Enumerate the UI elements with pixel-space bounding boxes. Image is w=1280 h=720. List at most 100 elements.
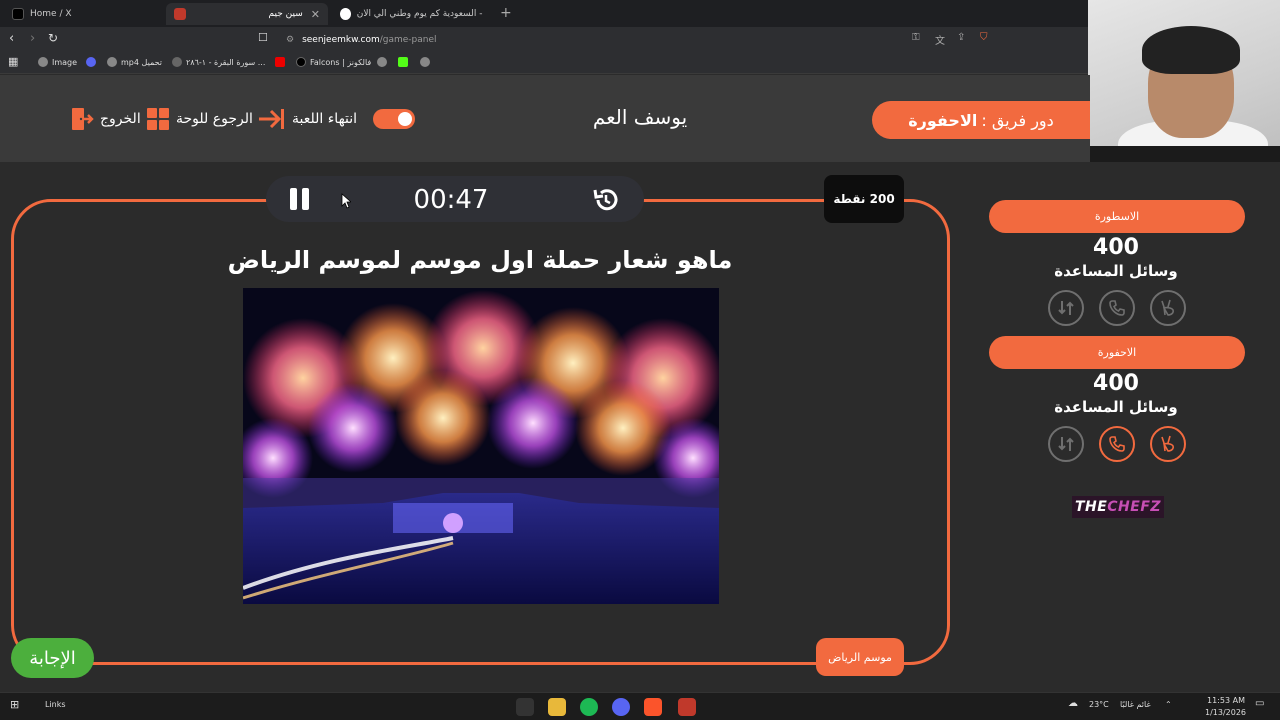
bookmark-globe-2[interactable] [420, 57, 430, 67]
bookmark-kick[interactable] [398, 57, 408, 67]
bookmark-label: Falcons | فالكونز [310, 57, 372, 67]
bookmark-quran[interactable]: سورة البقرة - ١-٢٨٦ ... [172, 57, 265, 67]
address-bar-row: ‹ › ↻ ☐ ⚙ seenjeemkw.com /game-panel ⚿ 文… [0, 27, 1090, 52]
logo-word-main: THE [1074, 499, 1108, 515]
x-icon [296, 57, 306, 67]
bookmark-image[interactable]: Image [38, 57, 77, 67]
forward-icon[interactable]: › [30, 31, 35, 46]
team-aids-label: وسائل المساعدة [1054, 262, 1178, 280]
task-view-icon[interactable] [516, 698, 534, 716]
tab-title: سين جيم [268, 9, 303, 19]
exit-door-icon [72, 108, 94, 130]
turn-prefix: دور فريق : [981, 110, 1054, 130]
team-name-pill: الاحفورة [989, 336, 1245, 369]
the-chefz-logo: THE CHEFZ [1072, 496, 1164, 518]
peace-hand-icon [1161, 299, 1174, 316]
end-game-label: انتهاء اللعبة [292, 111, 358, 127]
password-icon[interactable]: ⚿ [912, 32, 920, 43]
seenjeem-logo-icon [174, 8, 186, 20]
board-grid-icon [147, 108, 169, 130]
history-reset-icon [593, 189, 618, 211]
current-player-name: يوسف العم [592, 105, 688, 129]
bookmark-youtube[interactable] [275, 57, 285, 67]
clock-time[interactable]: 11:53 AM [1207, 696, 1245, 705]
bookmarks-bar: ▦ Image mp4 تحميل سورة البقرة - ١-٢٨٦ ..… [0, 52, 1090, 74]
globe-icon [38, 57, 48, 67]
file-explorer-icon[interactable] [548, 698, 566, 716]
globe-icon [107, 57, 117, 67]
points-badge: 200 نقطة [824, 175, 904, 223]
url-field[interactable]: ⚙ seenjeemkw.com /game-panel [280, 31, 1000, 49]
team-score: 400 [1093, 371, 1139, 396]
new-tab-icon[interactable]: + [500, 5, 512, 21]
settings-toggle[interactable] [373, 109, 415, 129]
close-tab-icon[interactable]: ✕ [311, 8, 320, 21]
browser-tab-bar: Home / X سين جيم ✕ السعودية كم يوم وطني … [0, 0, 1090, 27]
fireworks-image [243, 288, 719, 604]
team-aids-label: وسائل المساعدة [1054, 398, 1178, 416]
site-info-icon[interactable]: ⚙ [286, 35, 294, 45]
kick-icon [398, 57, 408, 67]
reload-icon[interactable]: ↻ [48, 31, 58, 45]
webcam-monitor [1088, 146, 1280, 162]
translate-icon[interactable]: 文 [935, 32, 945, 47]
bookmark-label: سورة البقرة - ١-٢٨٦ ... [186, 57, 266, 67]
show-answer-button[interactable]: الإجابة [11, 638, 94, 678]
webcam-overlay [1088, 0, 1280, 162]
taskbar-search[interactable]: Links [45, 700, 66, 709]
share-icon[interactable]: ⇪ [957, 32, 965, 43]
phone-icon [1109, 436, 1125, 452]
weather-temp[interactable]: 23°C [1089, 700, 1109, 709]
exit-button[interactable]: الخروج [70, 107, 141, 131]
back-to-board-button[interactable]: الرجوع للوحة [146, 107, 253, 131]
clock-date[interactable]: 1/13/2026 [1205, 708, 1246, 717]
team-turn-indicator: دور فريق : الاحفورة [872, 101, 1090, 139]
brave-shield-icon[interactable]: ⛉ [980, 32, 988, 43]
notification-icon[interactable]: ▭ [1255, 698, 1264, 709]
globe-icon [172, 57, 182, 67]
app-icon[interactable] [678, 698, 696, 716]
bookmark-discord[interactable] [86, 57, 96, 67]
brave-browser-icon[interactable] [644, 698, 662, 716]
bookmark-falcons[interactable]: Falcons | فالكونز [296, 57, 371, 67]
peace-hand-icon [1161, 435, 1174, 452]
mouse-cursor-icon [341, 193, 351, 209]
swap-arrows-icon [1058, 301, 1074, 315]
swap-aid-button[interactable] [1048, 426, 1084, 462]
tab-x-home[interactable]: Home / X [4, 3, 164, 25]
double-answer-aid-button[interactable] [1150, 290, 1186, 326]
url-path: /game-panel [379, 35, 437, 45]
tray-chevron-icon[interactable]: ⌃ [1165, 700, 1172, 709]
turn-team-name: الاحفورة [908, 110, 978, 130]
double-answer-aid-button[interactable] [1150, 426, 1186, 462]
globe-icon [377, 57, 387, 67]
toggle-knob-gear-icon [398, 112, 412, 126]
logo-word-accent: CHEFZ [1107, 499, 1162, 515]
bookmark-icon[interactable]: ☐ [258, 31, 268, 44]
windows-start-icon[interactable]: ⊞ [10, 698, 19, 711]
bookmark-label: Image [52, 57, 78, 67]
call-aid-button[interactable] [1099, 426, 1135, 462]
team-score: 400 [1093, 235, 1139, 260]
end-game-button[interactable]: انتهاء اللعبة [258, 107, 357, 131]
game-header: الخروج الرجوع للوحة انتهاء اللعبة يوسف ا… [0, 75, 1090, 162]
bookmark-globe[interactable] [377, 57, 387, 67]
team-name-pill: الاسطورة [989, 200, 1245, 233]
discord-icon[interactable] [612, 698, 630, 716]
apps-grid-icon[interactable]: ▦ [8, 55, 18, 68]
tab-seenjeem[interactable]: سين جيم ✕ [166, 3, 328, 25]
call-aid-button[interactable] [1099, 290, 1135, 326]
url-host: seenjeemkw.com [302, 35, 380, 45]
bookmark-mp4[interactable]: mp4 تحميل [107, 57, 162, 67]
globe-icon [420, 57, 430, 67]
countdown-timer: 00:47 [413, 185, 489, 215]
back-icon[interactable]: ‹ [9, 31, 14, 46]
swap-arrows-icon [1058, 437, 1074, 451]
tab-title: Home / X [30, 9, 72, 19]
pause-button[interactable] [290, 188, 314, 214]
end-game-arrow-icon [259, 109, 284, 129]
reset-timer-button[interactable] [592, 186, 620, 218]
swap-aid-button[interactable] [1048, 290, 1084, 326]
spotify-icon[interactable] [580, 698, 598, 716]
tab-google-search[interactable]: السعودية كم يوم وطني الي الان - rch [332, 3, 492, 25]
